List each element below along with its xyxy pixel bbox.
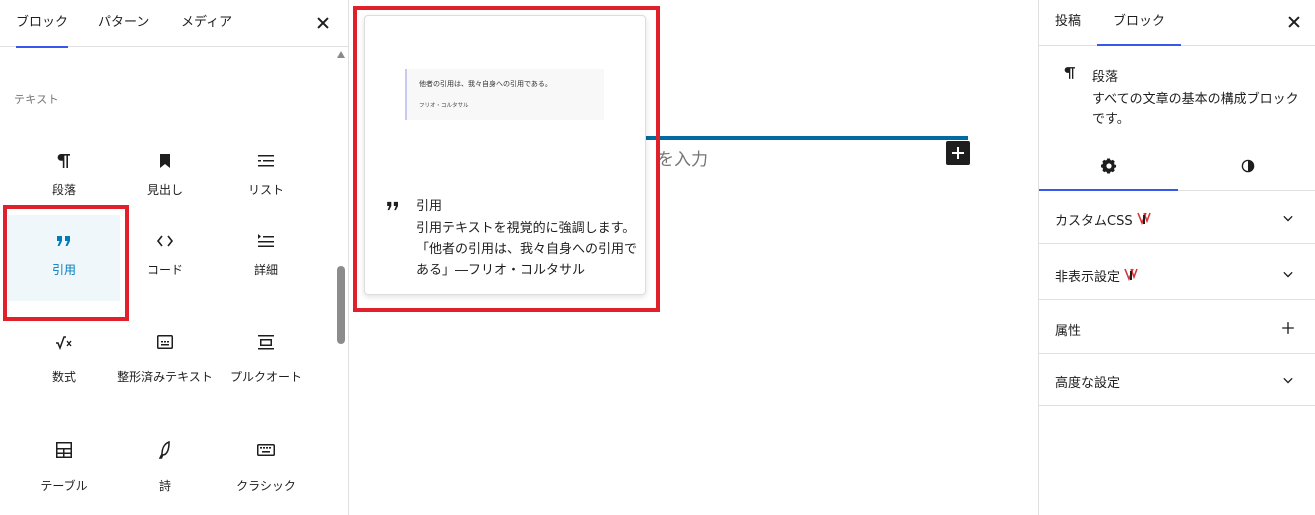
paragraph-placeholder[interactable]: を入力	[657, 145, 708, 170]
inserter-tabs: ブロック パターン メディア	[0, 0, 348, 48]
block-label: 見出し	[146, 183, 183, 197]
preview-description: 引用テキストを視覚的に強調します。「他者の引用は、我々自身への引用である」―フリ…	[416, 221, 638, 278]
block-inserter-panel: ブロック パターン メディア テキスト 段落 見出し リスト 引用 コード 詳細…	[0, 0, 349, 515]
close-sidebar-icon[interactable]	[1284, 12, 1304, 32]
selected-block-indicator	[645, 136, 968, 140]
category-label: テキスト	[14, 93, 59, 106]
block-label: 段落	[51, 183, 76, 197]
panel-attributes[interactable]: 属性	[1039, 302, 1315, 354]
paragraph-icon	[1060, 63, 1080, 87]
panel-label: 非表示設定	[1055, 270, 1121, 285]
tab-settings[interactable]	[1039, 145, 1178, 191]
quote-icon	[383, 196, 403, 220]
list-icon	[210, 149, 322, 173]
verse-feather-icon	[109, 438, 221, 462]
plugin-badge-icon	[1136, 211, 1151, 229]
block-label: 引用	[51, 263, 76, 277]
block-label: 詩	[158, 479, 171, 493]
block-item-quote[interactable]: 引用	[8, 215, 120, 301]
block-list: テキスト 段落 見出し リスト 引用 コード 詳細 数式 整形済みテキスト プル…	[0, 47, 348, 515]
block-item-heading[interactable]: 見出し	[109, 135, 221, 221]
block-label: 詳細	[253, 263, 278, 277]
heading-bookmark-icon	[109, 149, 221, 173]
block-label: プルクオート	[229, 370, 302, 384]
tab-post[interactable]: 投稿	[1055, 0, 1081, 45]
preformatted-icon	[109, 330, 221, 354]
tab-block[interactable]: ブロック	[1096, 0, 1182, 46]
preview-quote-citation: フリオ・コルタサル	[419, 103, 469, 109]
preview-quote-sample: 他者の引用は、我々自身への引用である。 フリオ・コルタサル	[405, 69, 604, 120]
classic-keyboard-icon	[210, 438, 322, 462]
tab-media[interactable]: メディア	[181, 0, 232, 47]
close-inserter-icon[interactable]	[313, 13, 333, 33]
table-icon	[8, 438, 120, 462]
block-label: リスト	[247, 183, 284, 197]
block-item-list[interactable]: リスト	[210, 135, 322, 221]
panel-label: 属性	[1055, 324, 1082, 339]
preview-title: 引用	[416, 199, 443, 214]
sidebar-tabs: 投稿 ブロック	[1039, 0, 1315, 46]
panel-visibility[interactable]: 非表示設定	[1039, 248, 1315, 300]
block-settings-subtabs	[1039, 145, 1315, 191]
plus-icon	[1278, 318, 1298, 342]
block-item-paragraph[interactable]: 段落	[8, 135, 120, 221]
block-item-pullquote[interactable]: プルクオート	[210, 322, 322, 408]
block-label: 整形済みテキスト	[117, 370, 213, 384]
add-block-button[interactable]	[946, 141, 970, 165]
block-item-verse[interactable]: 詩	[109, 430, 221, 515]
contrast-icon	[1239, 157, 1257, 179]
tab-styles[interactable]	[1178, 145, 1315, 190]
block-card-title: 段落	[1092, 70, 1119, 85]
scrollbar-thumb[interactable]	[337, 266, 345, 344]
chevron-down-icon	[1278, 370, 1298, 394]
block-label: テーブル	[40, 479, 88, 493]
math-icon	[8, 330, 120, 354]
plugin-badge-icon	[1124, 267, 1138, 285]
quote-icon	[8, 229, 120, 253]
block-item-classic[interactable]: クラシック	[210, 430, 322, 515]
chevron-down-icon	[1278, 208, 1298, 232]
block-item-details[interactable]: 詳細	[210, 215, 322, 301]
block-label: クラシック	[236, 479, 296, 493]
chevron-down-icon	[1278, 264, 1298, 288]
block-item-code[interactable]: コード	[109, 215, 221, 301]
block-label: 数式	[51, 370, 76, 384]
settings-sidebar: 投稿 ブロック 段落 すべての文章の基本の構成ブロックです。 カスタムCSS 非…	[1038, 0, 1315, 515]
panel-advanced[interactable]: 高度な設定	[1039, 354, 1315, 406]
preview-quote-text: 他者の引用は、我々自身への引用である。	[419, 80, 552, 88]
tab-blocks[interactable]: ブロック	[16, 0, 69, 48]
block-item-math[interactable]: 数式	[8, 322, 120, 408]
block-label: コード	[146, 263, 183, 277]
details-icon	[210, 229, 322, 253]
gear-icon	[1100, 157, 1118, 179]
tab-patterns[interactable]: パターン	[98, 0, 149, 47]
panel-label: 高度な設定	[1055, 376, 1121, 391]
code-icon	[109, 229, 221, 253]
block-card-description: すべての文章の基本の構成ブロックです。	[1092, 92, 1299, 127]
block-item-table[interactable]: テーブル	[8, 430, 120, 515]
scroll-up-arrow-icon[interactable]	[337, 51, 345, 58]
pullquote-icon	[210, 330, 322, 354]
paragraph-icon	[8, 149, 120, 173]
panel-custom-css[interactable]: カスタムCSS	[1039, 192, 1315, 244]
panel-label: カスタムCSS	[1055, 214, 1133, 229]
block-item-preformatted[interactable]: 整形済みテキスト	[109, 322, 221, 408]
